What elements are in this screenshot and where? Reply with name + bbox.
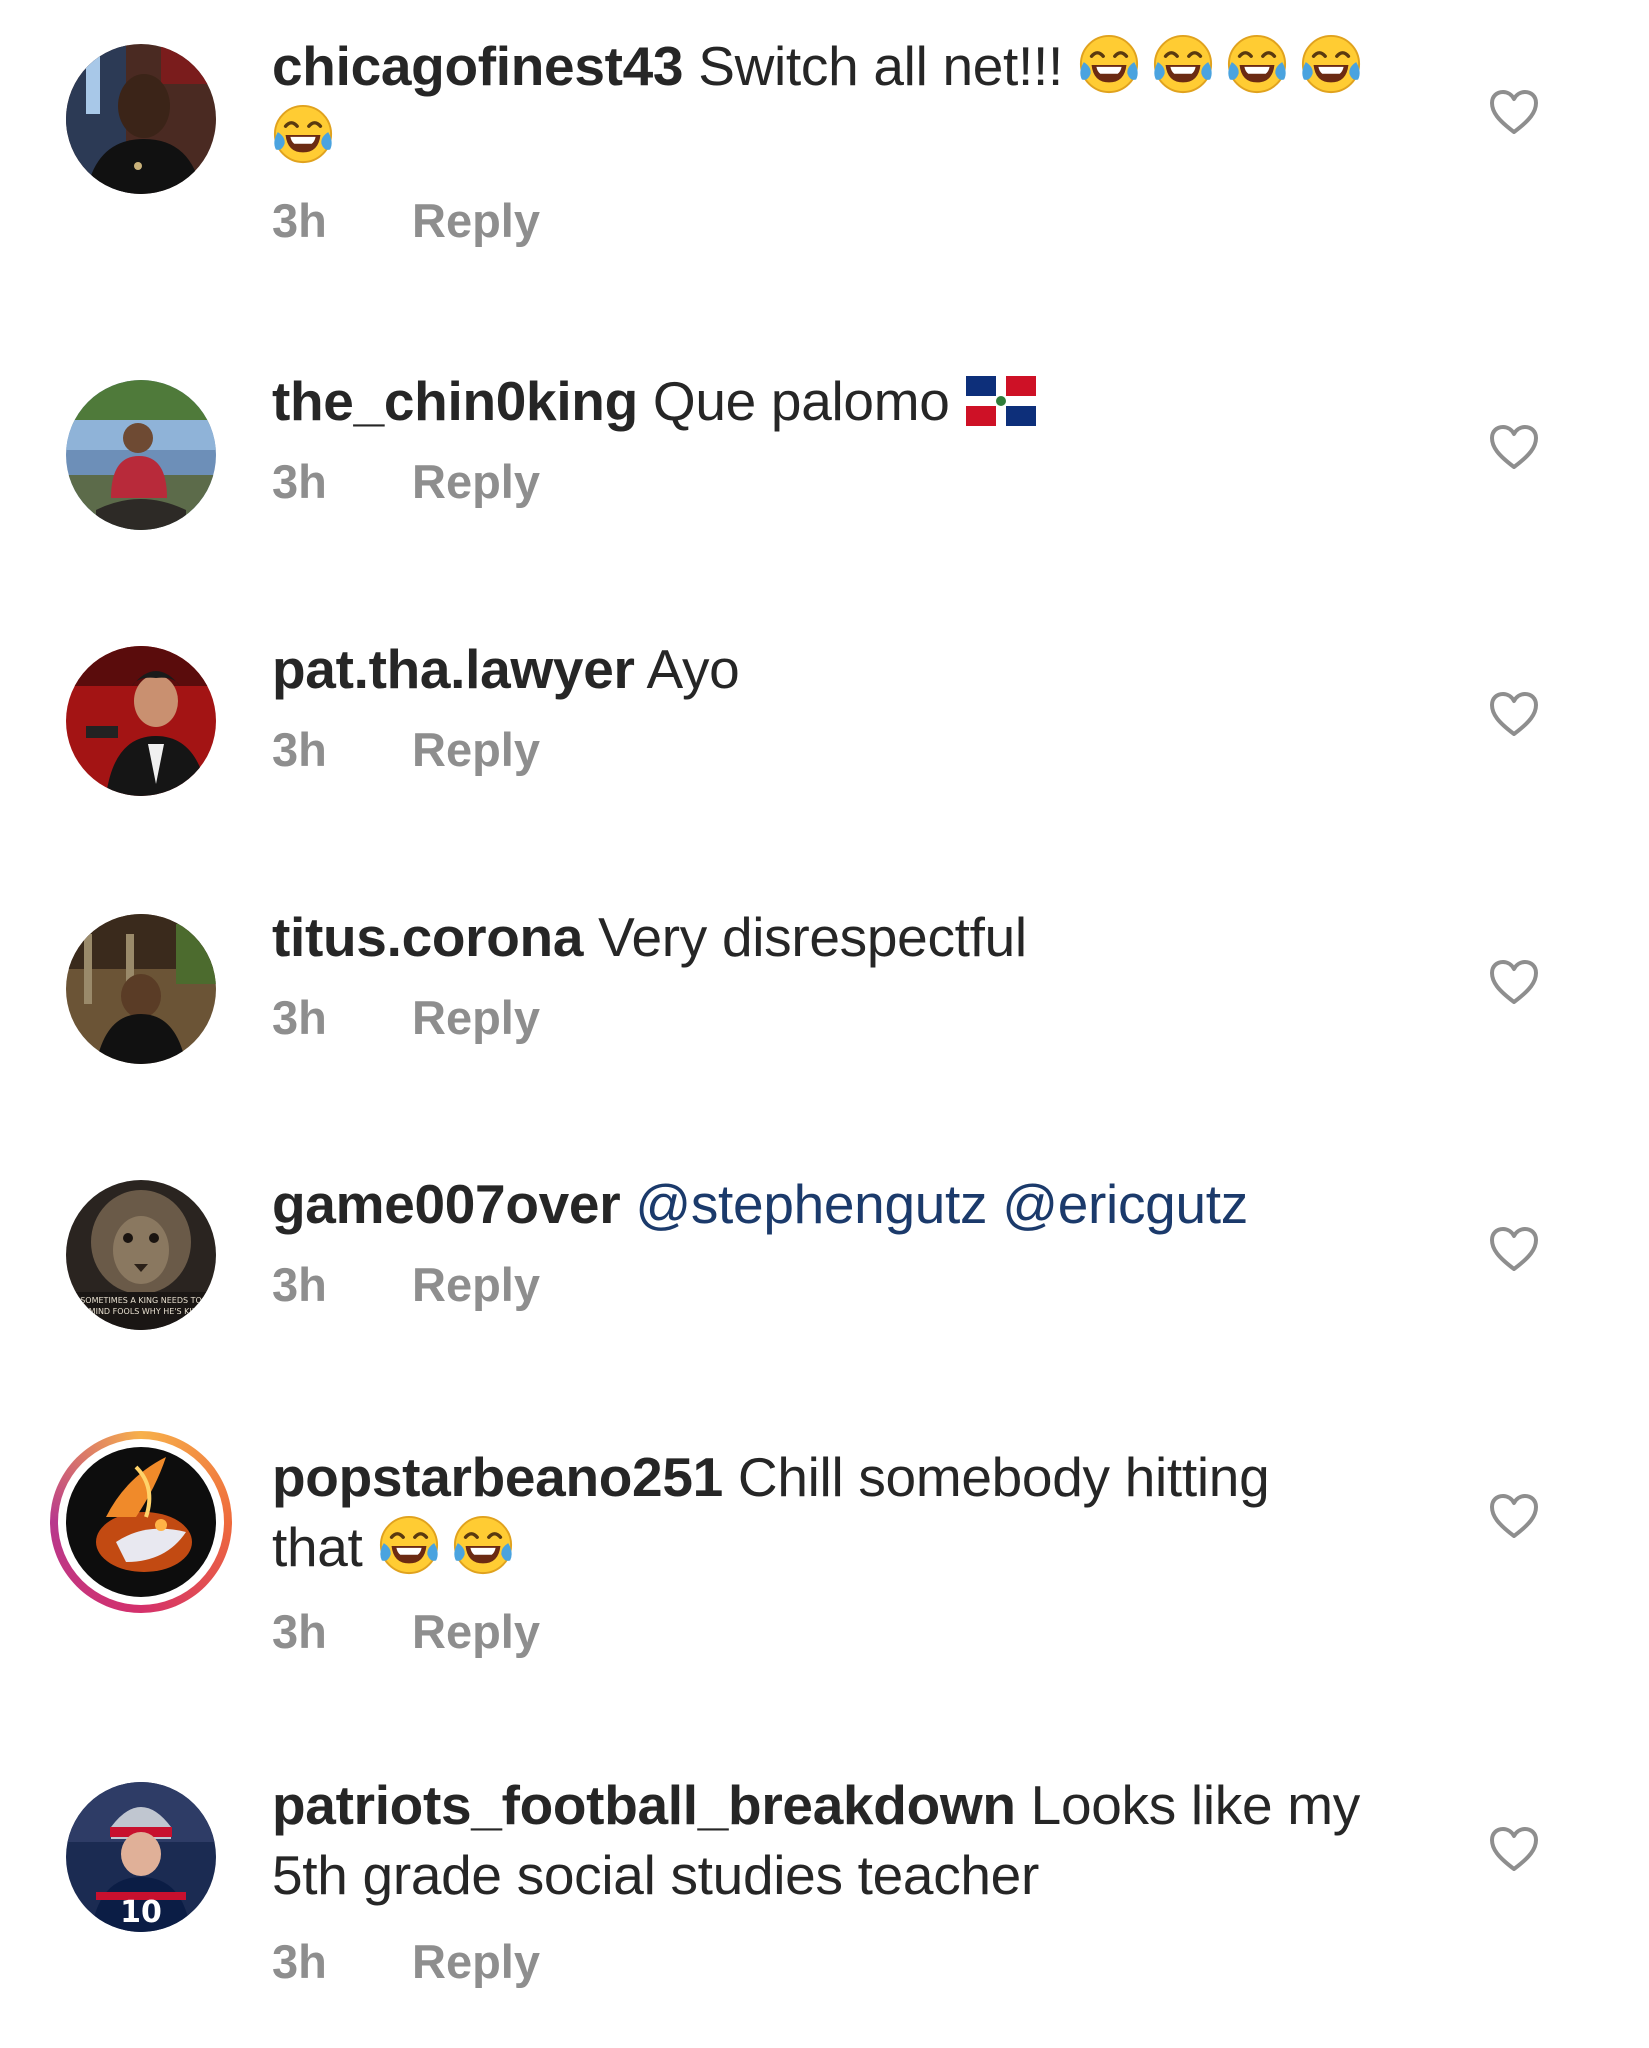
comment-text: pat.tha.lawyer Ayo — [272, 634, 1432, 704]
mention-link[interactable]: @ericgutz — [1002, 1173, 1248, 1235]
like-heart-icon[interactable] — [1488, 1225, 1540, 1273]
reply-button[interactable]: Reply — [412, 1935, 540, 1988]
username-link[interactable]: pat.tha.lawyer — [272, 638, 635, 700]
comment-meta: 3h Reply — [272, 1255, 1432, 1315]
comment-text: chicagofinest43 Switch all net!!! — [272, 31, 1432, 171]
comment-message: that — [272, 1516, 363, 1578]
avatar-with-story-ring[interactable] — [50, 1431, 232, 1613]
laughing-emoji-icon — [1078, 33, 1140, 95]
avatar[interactable] — [66, 914, 216, 1064]
comment-body: pat.tha.lawyer Ayo 3h Reply — [272, 634, 1432, 780]
username-link[interactable]: game007over — [272, 1173, 621, 1235]
dominican-flag-icon — [965, 376, 1036, 426]
comment-body: game007over @stephengutz @ericgutz 3h Rep… — [272, 1169, 1432, 1315]
reply-button[interactable]: Reply — [412, 455, 540, 508]
comment-message: Ayo — [646, 638, 740, 700]
laughing-emoji-icon — [1226, 33, 1288, 95]
like-heart-icon[interactable] — [1488, 1492, 1540, 1540]
comment-body: the_chin0king Que palomo 3h Reply — [272, 366, 1432, 512]
avatar[interactable] — [66, 380, 216, 530]
like-heart-icon[interactable] — [1488, 958, 1540, 1006]
laughing-emoji-icon — [1152, 33, 1214, 95]
laughing-emoji-icon — [1300, 33, 1362, 95]
like-heart-icon[interactable] — [1488, 690, 1540, 738]
avatar[interactable]: SOMETIMES A KING NEEDS TO REMIND FOOLS W… — [66, 1180, 216, 1330]
timestamp: 3h — [272, 1258, 327, 1311]
comment-meta: 3h Reply — [272, 452, 1432, 512]
laughing-emoji-icon — [272, 103, 334, 165]
comment-text: popstarbeano251 Chill somebody hitting t… — [272, 1442, 1432, 1582]
avatar[interactable] — [66, 44, 216, 194]
comment-body: popstarbeano251 Chill somebody hitting t… — [272, 1442, 1432, 1662]
comment-message: Switch all net!!! — [698, 35, 1063, 97]
comment-meta: 3h Reply — [272, 1932, 1432, 1992]
mention-link[interactable]: @stephengutz — [635, 1173, 987, 1235]
avatar — [66, 1447, 216, 1597]
like-heart-icon[interactable] — [1488, 423, 1540, 471]
comment-meta: 3h Reply — [272, 191, 1432, 251]
username-link[interactable]: the_chin0king — [272, 370, 638, 432]
jersey-number: 10 — [120, 1895, 162, 1930]
comment-text: patriots_football_breakdown Looks like m… — [272, 1770, 1432, 1910]
comment-text: titus.corona Very disrespectful — [272, 902, 1432, 972]
username-link[interactable]: popstarbeano251 — [272, 1446, 723, 1508]
comment-body: titus.corona Very disrespectful 3h Reply — [272, 902, 1432, 1048]
timestamp: 3h — [272, 1935, 327, 1988]
comment-message: Looks like my — [1030, 1774, 1361, 1836]
comment-message: 5th grade social studies teacher — [272, 1844, 1039, 1906]
comment-meta: 3h Reply — [272, 988, 1432, 1048]
comment-text: the_chin0king Que palomo — [272, 366, 1432, 436]
timestamp: 3h — [272, 1605, 327, 1658]
comments-list: chicagofinest43 Switch all net!!! 3h Repl… — [0, 0, 1649, 2048]
reply-button[interactable]: Reply — [412, 1258, 540, 1311]
comment-body: patriots_football_breakdown Looks like m… — [272, 1770, 1432, 1992]
like-heart-icon[interactable] — [1488, 88, 1540, 136]
reply-button[interactable]: Reply — [412, 723, 540, 776]
timestamp: 3h — [272, 194, 327, 247]
avatar[interactable]: 10 — [66, 1782, 216, 1932]
username-link[interactable]: titus.corona — [272, 906, 583, 968]
timestamp: 3h — [272, 991, 327, 1044]
avatar-caption: REMIND FOOLS WHY HE'S KING — [78, 1307, 204, 1316]
username-link[interactable]: patriots_football_breakdown — [272, 1774, 1016, 1836]
comment-meta: 3h Reply — [272, 1602, 1432, 1662]
avatar-caption: SOMETIMES A KING NEEDS TO — [80, 1296, 202, 1305]
timestamp: 3h — [272, 455, 327, 508]
avatar[interactable] — [66, 646, 216, 796]
reply-button[interactable]: Reply — [412, 194, 540, 247]
comment-body: chicagofinest43 Switch all net!!! 3h Repl… — [272, 31, 1432, 251]
comment-text: game007over @stephengutz @ericgutz — [272, 1169, 1432, 1239]
comment-meta: 3h Reply — [272, 720, 1432, 780]
comment-message: Chill somebody hitting — [737, 1446, 1270, 1508]
reply-button[interactable]: Reply — [412, 991, 540, 1044]
username-link[interactable]: chicagofinest43 — [272, 35, 684, 97]
timestamp: 3h — [272, 723, 327, 776]
story-ring — [58, 1439, 224, 1605]
comment-message: Que palomo — [652, 370, 950, 432]
laughing-emoji-icon — [378, 1514, 440, 1576]
laughing-emoji-icon — [452, 1514, 514, 1576]
reply-button[interactable]: Reply — [412, 1605, 540, 1658]
comment-message: Very disrespectful — [598, 906, 1027, 968]
like-heart-icon[interactable] — [1488, 1825, 1540, 1873]
